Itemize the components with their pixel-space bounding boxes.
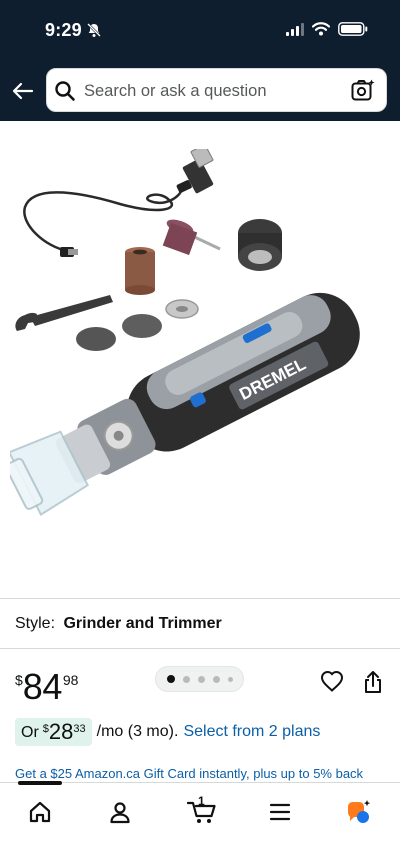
- nav-cart[interactable]: 1: [185, 794, 219, 827]
- share-icon[interactable]: [362, 670, 384, 694]
- carousel-dot[interactable]: [227, 676, 233, 682]
- nav-home[interactable]: [25, 797, 55, 827]
- product-image-gallery[interactable]: DREMEL: [0, 121, 400, 693]
- guard-cap: [238, 219, 282, 271]
- image-carousel-dots[interactable]: [155, 666, 244, 692]
- divider: [0, 648, 400, 649]
- search-input[interactable]: [84, 77, 339, 105]
- grinding-stone-bit: [162, 219, 221, 256]
- gift-card-promo-link[interactable]: Get a $25 Amazon.ca Gift Card instantly,…: [15, 766, 363, 781]
- heart-icon[interactable]: [320, 670, 344, 694]
- nav-menu[interactable]: [265, 797, 295, 827]
- cart-count-badge: 1: [198, 794, 205, 808]
- plan-fraction: 33: [73, 723, 86, 735]
- app-header: 9:29: [0, 0, 400, 121]
- nav-rufus-assistant[interactable]: [343, 797, 373, 827]
- arrow-left-icon: [12, 82, 34, 100]
- plan-or: Or: [21, 724, 39, 741]
- installment-plan: Or $ 28 33 /mo (3 mo). Select from 2 pla…: [15, 717, 320, 747]
- search-icon: [55, 81, 75, 101]
- plan-whole: 28: [48, 719, 74, 744]
- back-button[interactable]: [8, 76, 38, 106]
- sanding-disc: [122, 314, 162, 338]
- cutting-disc: [76, 327, 116, 351]
- product-image[interactable]: DREMEL: [10, 149, 390, 554]
- divider: [0, 598, 400, 599]
- camera-search-icon[interactable]: [350, 78, 376, 104]
- ai-assistant-icon: [348, 800, 371, 823]
- cellular-signal-icon: [286, 23, 304, 36]
- price-currency: $: [15, 672, 23, 688]
- plan-term: /mo (3 mo).: [96, 723, 179, 740]
- nav-account[interactable]: [105, 797, 135, 827]
- price-fraction: 98: [62, 672, 79, 688]
- carousel-dot[interactable]: [197, 675, 205, 683]
- style-value: Grinder and Trimmer: [63, 615, 222, 632]
- battery-icon: [338, 22, 368, 36]
- price-whole: 84: [22, 666, 63, 707]
- carousel-dot-active[interactable]: [166, 675, 175, 683]
- wrench: [15, 295, 113, 331]
- bottom-navigation: 1: [0, 781, 400, 867]
- wifi-icon: [312, 22, 330, 36]
- product-price: $ 84 98: [15, 668, 78, 708]
- status-bar: 9:29: [0, 0, 400, 60]
- search-bar[interactable]: [46, 68, 387, 112]
- home-icon: [29, 801, 51, 823]
- hamburger-menu-icon: [269, 803, 291, 821]
- user-icon: [110, 802, 130, 824]
- carousel-dot[interactable]: [182, 675, 190, 683]
- sanding-drum: [125, 247, 155, 295]
- carousel-dot[interactable]: [212, 675, 220, 683]
- active-tab-indicator: [18, 781, 62, 785]
- bell-off-icon: [87, 23, 101, 37]
- status-time: 9:29: [45, 20, 82, 40]
- style-selector[interactable]: Style: Grinder and Trimmer: [15, 615, 222, 633]
- style-label: Style:: [15, 615, 56, 632]
- select-plans-link[interactable]: Select from 2 plans: [183, 723, 320, 741]
- installment-price-badge: Or $ 28 33: [15, 718, 92, 746]
